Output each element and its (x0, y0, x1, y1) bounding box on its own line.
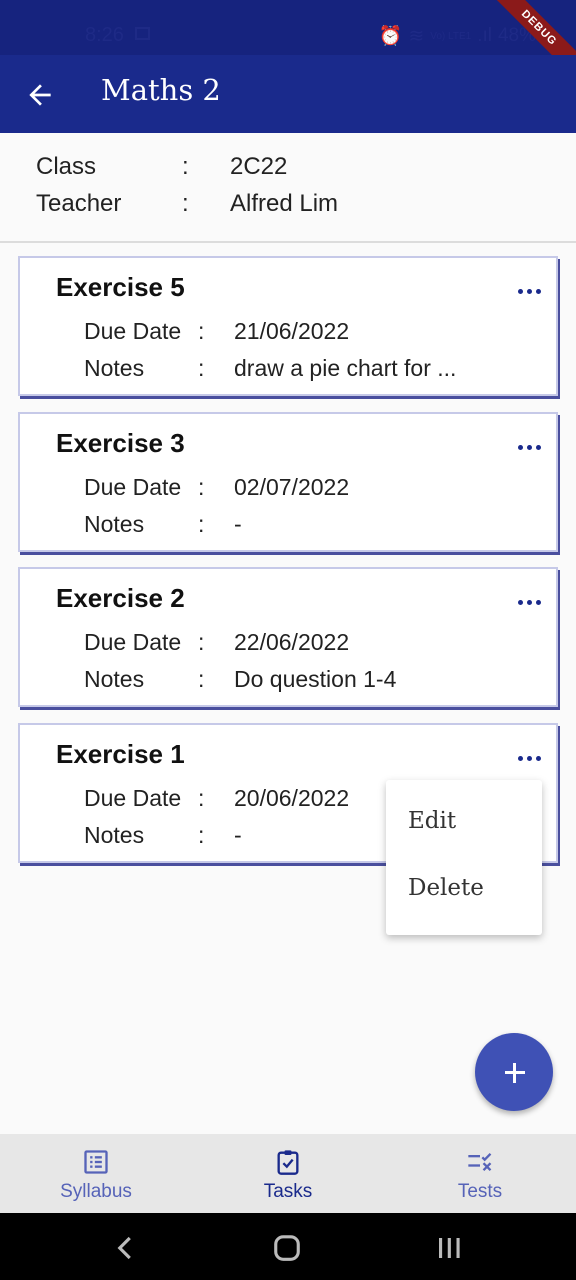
back-arrow-icon[interactable] (24, 79, 56, 111)
more-options-icon[interactable] (514, 595, 544, 609)
exercise-card[interactable]: Exercise 3 Due Date : 02/07/2022 Notes :… (18, 412, 558, 552)
system-navigation-bar (0, 1213, 576, 1280)
separator: : (182, 153, 189, 180)
separator: : (198, 511, 205, 537)
separator: : (198, 822, 205, 848)
due-date-value: 02/07/2022 (234, 474, 350, 500)
due-date-label: Due Date (84, 474, 182, 500)
teacher-value: Alfred Lim (230, 190, 339, 217)
teacher-row: Teacher : Alfred Lim (36, 190, 338, 218)
teacher-label: Teacher (36, 190, 122, 217)
network-label: Vo) LTE1 (430, 30, 472, 42)
nav-item-tasks[interactable]: Tasks (192, 1134, 384, 1213)
notes-row: Notes : Do question 1-4 (84, 666, 396, 693)
system-back-icon[interactable] (111, 1233, 141, 1263)
gallery-icon (135, 27, 150, 40)
notes-label: Notes (84, 511, 145, 537)
nav-label-tasks: Tasks (263, 1181, 313, 1202)
system-home-icon[interactable] (272, 1233, 302, 1263)
notes-label: Notes (84, 666, 145, 692)
options-popup-menu: Edit Delete (386, 780, 542, 935)
more-options-icon[interactable] (514, 751, 544, 765)
notes-value: - (234, 511, 242, 537)
notes-value: draw a pie chart for ... (234, 355, 457, 381)
exercise-title: Exercise 2 (56, 583, 185, 613)
notes-label: Notes (84, 355, 145, 381)
due-date-row: Due Date : 22/06/2022 (84, 629, 349, 656)
separator: : (198, 629, 205, 655)
exercise-card[interactable]: Exercise 2 Due Date : 22/06/2022 Notes :… (18, 567, 558, 707)
syllabus-icon (84, 1150, 108, 1174)
bottom-navigation: Syllabus Tasks Tests (0, 1134, 576, 1213)
nav-item-tests[interactable]: Tests (384, 1134, 576, 1213)
exercise-card[interactable]: Exercise 5 Due Date : 21/06/2022 Notes :… (18, 256, 558, 396)
exercise-title: Exercise 5 (56, 272, 185, 302)
due-date-row: Due Date : 21/06/2022 (84, 318, 349, 345)
status-time: 8:26 (85, 24, 124, 46)
system-recents-icon[interactable] (434, 1233, 464, 1263)
separator: : (198, 318, 205, 344)
separator: : (198, 785, 205, 811)
notes-label: Notes (84, 822, 145, 848)
nav-item-syllabus[interactable]: Syllabus (0, 1134, 192, 1213)
notes-row: Notes : - (84, 511, 242, 538)
class-label: Class (36, 153, 97, 180)
due-date-value: 22/06/2022 (234, 629, 350, 655)
signal-icon: .ıl (477, 25, 492, 46)
exercise-title: Exercise 3 (56, 428, 185, 458)
due-date-row: Due Date : 02/07/2022 (84, 474, 349, 501)
due-date-label: Due Date (84, 318, 182, 344)
status-icons: ⏰ ≋ Vo) LTE1 .ıl 48% (379, 24, 536, 48)
due-date-label: Due Date (84, 629, 182, 655)
due-date-value: 21/06/2022 (234, 318, 350, 344)
notes-row: Notes : - (84, 822, 242, 849)
edit-menu-item[interactable]: Edit (408, 808, 456, 834)
notes-value: - (234, 822, 242, 848)
tasks-icon (277, 1150, 299, 1175)
separator: : (198, 474, 205, 500)
nav-label-syllabus: Syllabus (60, 1181, 132, 1202)
exercise-title: Exercise 1 (56, 739, 185, 769)
separator: : (198, 355, 205, 381)
alarm-icon: ⏰ (378, 26, 403, 47)
delete-menu-item[interactable]: Delete (408, 875, 484, 901)
nav-label-tests: Tests (457, 1181, 503, 1202)
page-title: Maths 2 (101, 73, 221, 107)
notes-row: Notes : draw a pie chart for ... (84, 355, 456, 382)
due-date-row: Due Date : 20/06/2022 (84, 785, 349, 812)
status-bar: 8:26 ⏰ ≋ Vo) LTE1 .ıl 48% DEBUG (0, 0, 576, 55)
class-value: 2C22 (230, 153, 288, 180)
add-task-button[interactable] (475, 1033, 553, 1111)
app-bar: Maths 2 (0, 55, 576, 133)
more-options-icon[interactable] (514, 440, 544, 454)
separator: : (182, 190, 189, 217)
class-info: Class : 2C22 Teacher : Alfred Lim (0, 133, 576, 243)
wifi-icon: ≋ (408, 25, 425, 47)
tests-icon (468, 1153, 492, 1171)
due-date-label: Due Date (84, 785, 182, 811)
class-row: Class : 2C22 (36, 153, 287, 181)
notes-value: Do question 1-4 (234, 666, 397, 692)
more-options-icon[interactable] (514, 284, 544, 298)
separator: : (198, 666, 205, 692)
due-date-value: 20/06/2022 (234, 785, 350, 811)
